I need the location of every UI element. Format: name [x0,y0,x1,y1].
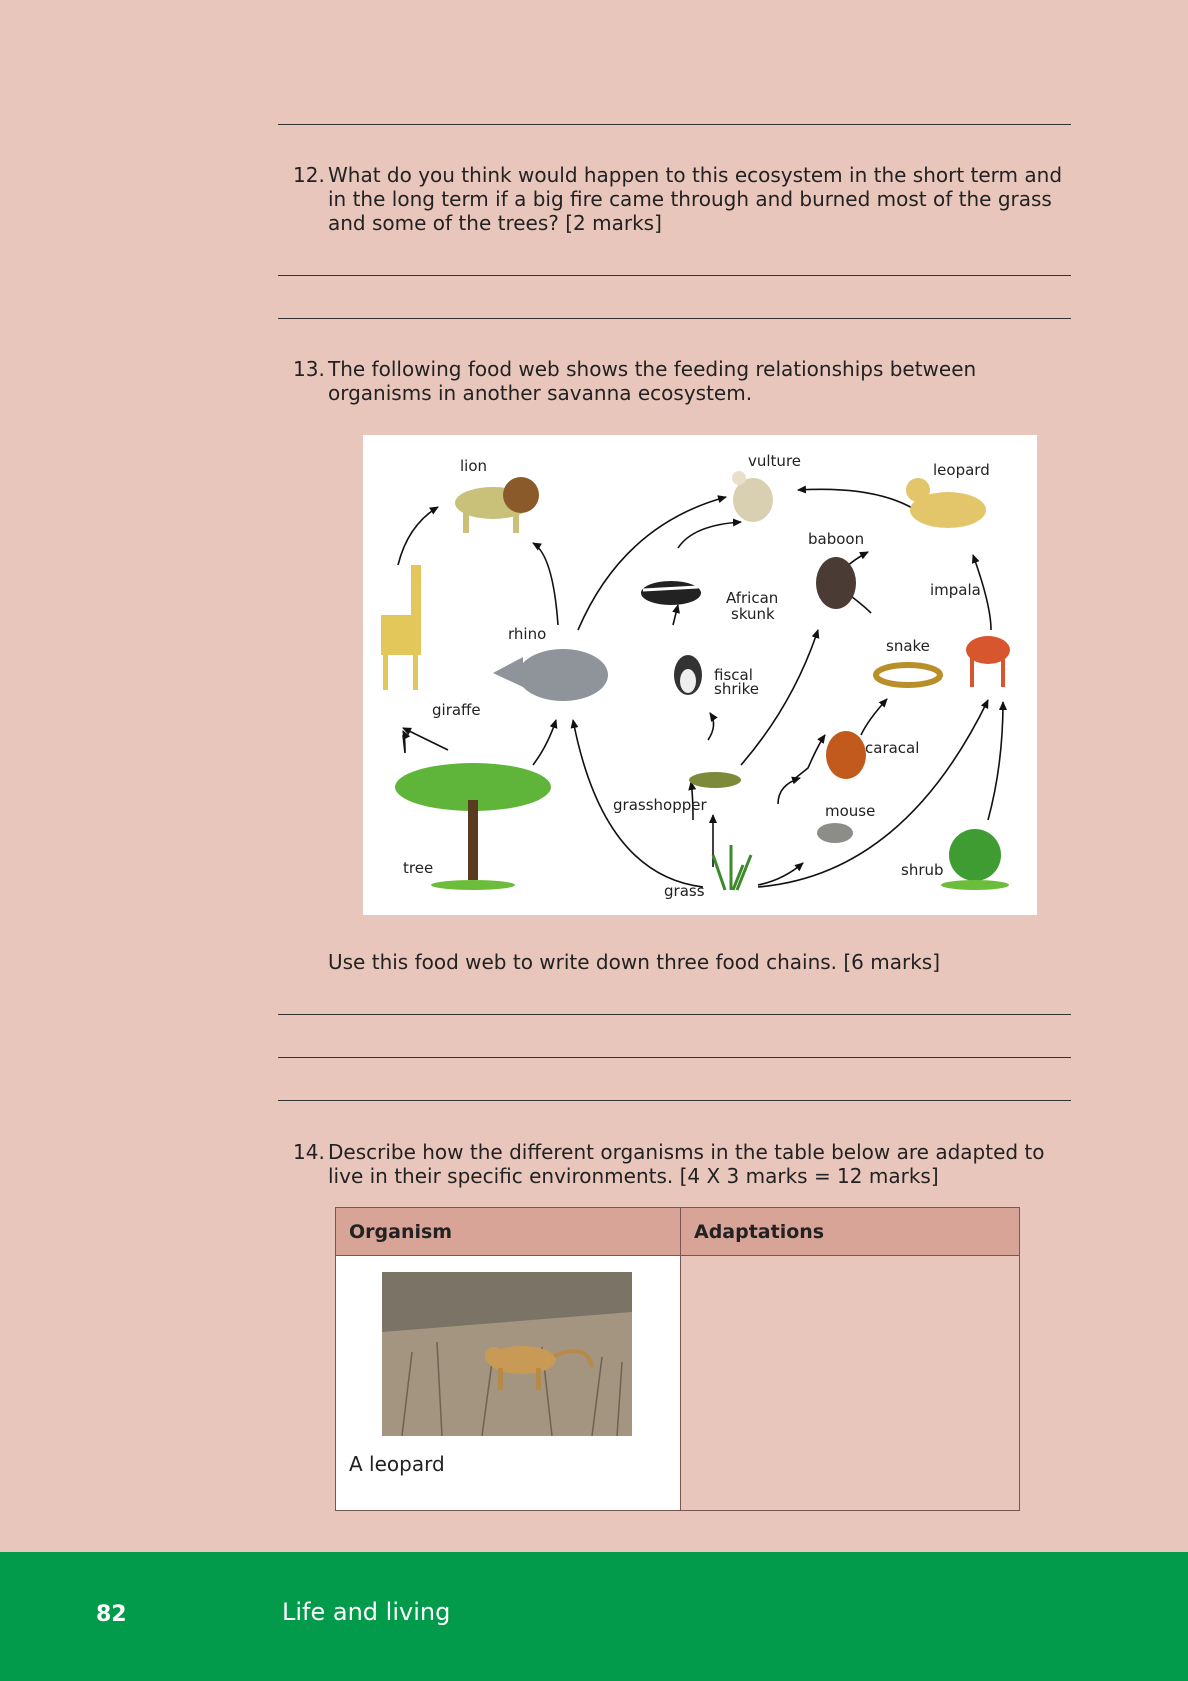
question-text: The following food web shows the feeding… [328,357,977,405]
label-skunk: skunk [731,605,775,623]
label-leopard: leopard [933,461,990,479]
organism-cell: A leopard [335,1255,681,1511]
label-caracal: caracal [865,739,919,757]
answer-line [278,318,1071,319]
question-text: What do you think would happen to this e… [328,163,1063,235]
adaptations-cell[interactable] [680,1255,1020,1511]
label-snake: snake [886,637,930,655]
label-shrub: shrub [901,861,944,879]
page-number: 82 [96,1602,127,1627]
question-number: 14. [293,1140,325,1164]
label-rhino: rhino [508,625,546,643]
label-giraffe: giraffe [432,701,481,719]
header-organism: Organism [335,1207,681,1256]
lion-figure [455,477,539,533]
question-14: 14. Describe how the different organisms… [293,1140,1073,1188]
snake-figure [873,662,943,688]
label-impala: impala [930,581,981,599]
leopard-photo [382,1272,632,1436]
label-shrike: shrike [714,680,759,698]
footer-bar: 82 Life and living [0,1552,1188,1681]
label-mouse: mouse [825,802,875,820]
leopard-figure [906,478,986,528]
question-13: 13. The following food web shows the fee… [293,357,1073,405]
label-tree: tree [403,859,433,877]
impala-figure [966,636,1010,687]
label-lion: lion [460,457,487,475]
label-grasshopper: grasshopper [613,796,707,814]
instruction-text: Use this food web to write down three fo… [328,950,941,974]
answer-line [278,275,1071,276]
food-web-diagram: lion vulture leopard baboon African skun… [363,435,1037,915]
header-adaptations: Adaptations [680,1207,1020,1256]
adaptations-table: Organism Adaptations A leopard [335,1207,1020,1511]
question-number: 13. [293,357,325,381]
answer-line [278,1100,1071,1101]
baboon-figure [816,557,856,609]
label-grass: grass [664,882,705,900]
answer-line [278,124,1071,125]
question-text: Describe how the different organisms in … [328,1140,1045,1188]
chapter-title: Life and living [282,1598,451,1626]
mouse-figure [817,823,853,843]
question-12: 12. What do you think would happen to th… [293,163,1073,235]
answer-line [278,1014,1071,1015]
rhino-figure [493,649,608,701]
table-row: A leopard [335,1255,1020,1511]
caracal-figure [826,731,866,779]
answer-line [278,1057,1071,1058]
label-baboon: baboon [808,530,864,548]
question-number: 12. [293,163,325,187]
organism-label: A leopard [349,1452,445,1476]
giraffe-figure [381,565,421,690]
shrike-figure [674,655,702,695]
grass-figure [711,845,753,891]
shrub-figure [941,829,1009,890]
skunk-figure [641,581,701,605]
vulture-figure [732,471,773,522]
grasshopper-figure [689,772,741,788]
label-vulture: vulture [748,452,801,470]
